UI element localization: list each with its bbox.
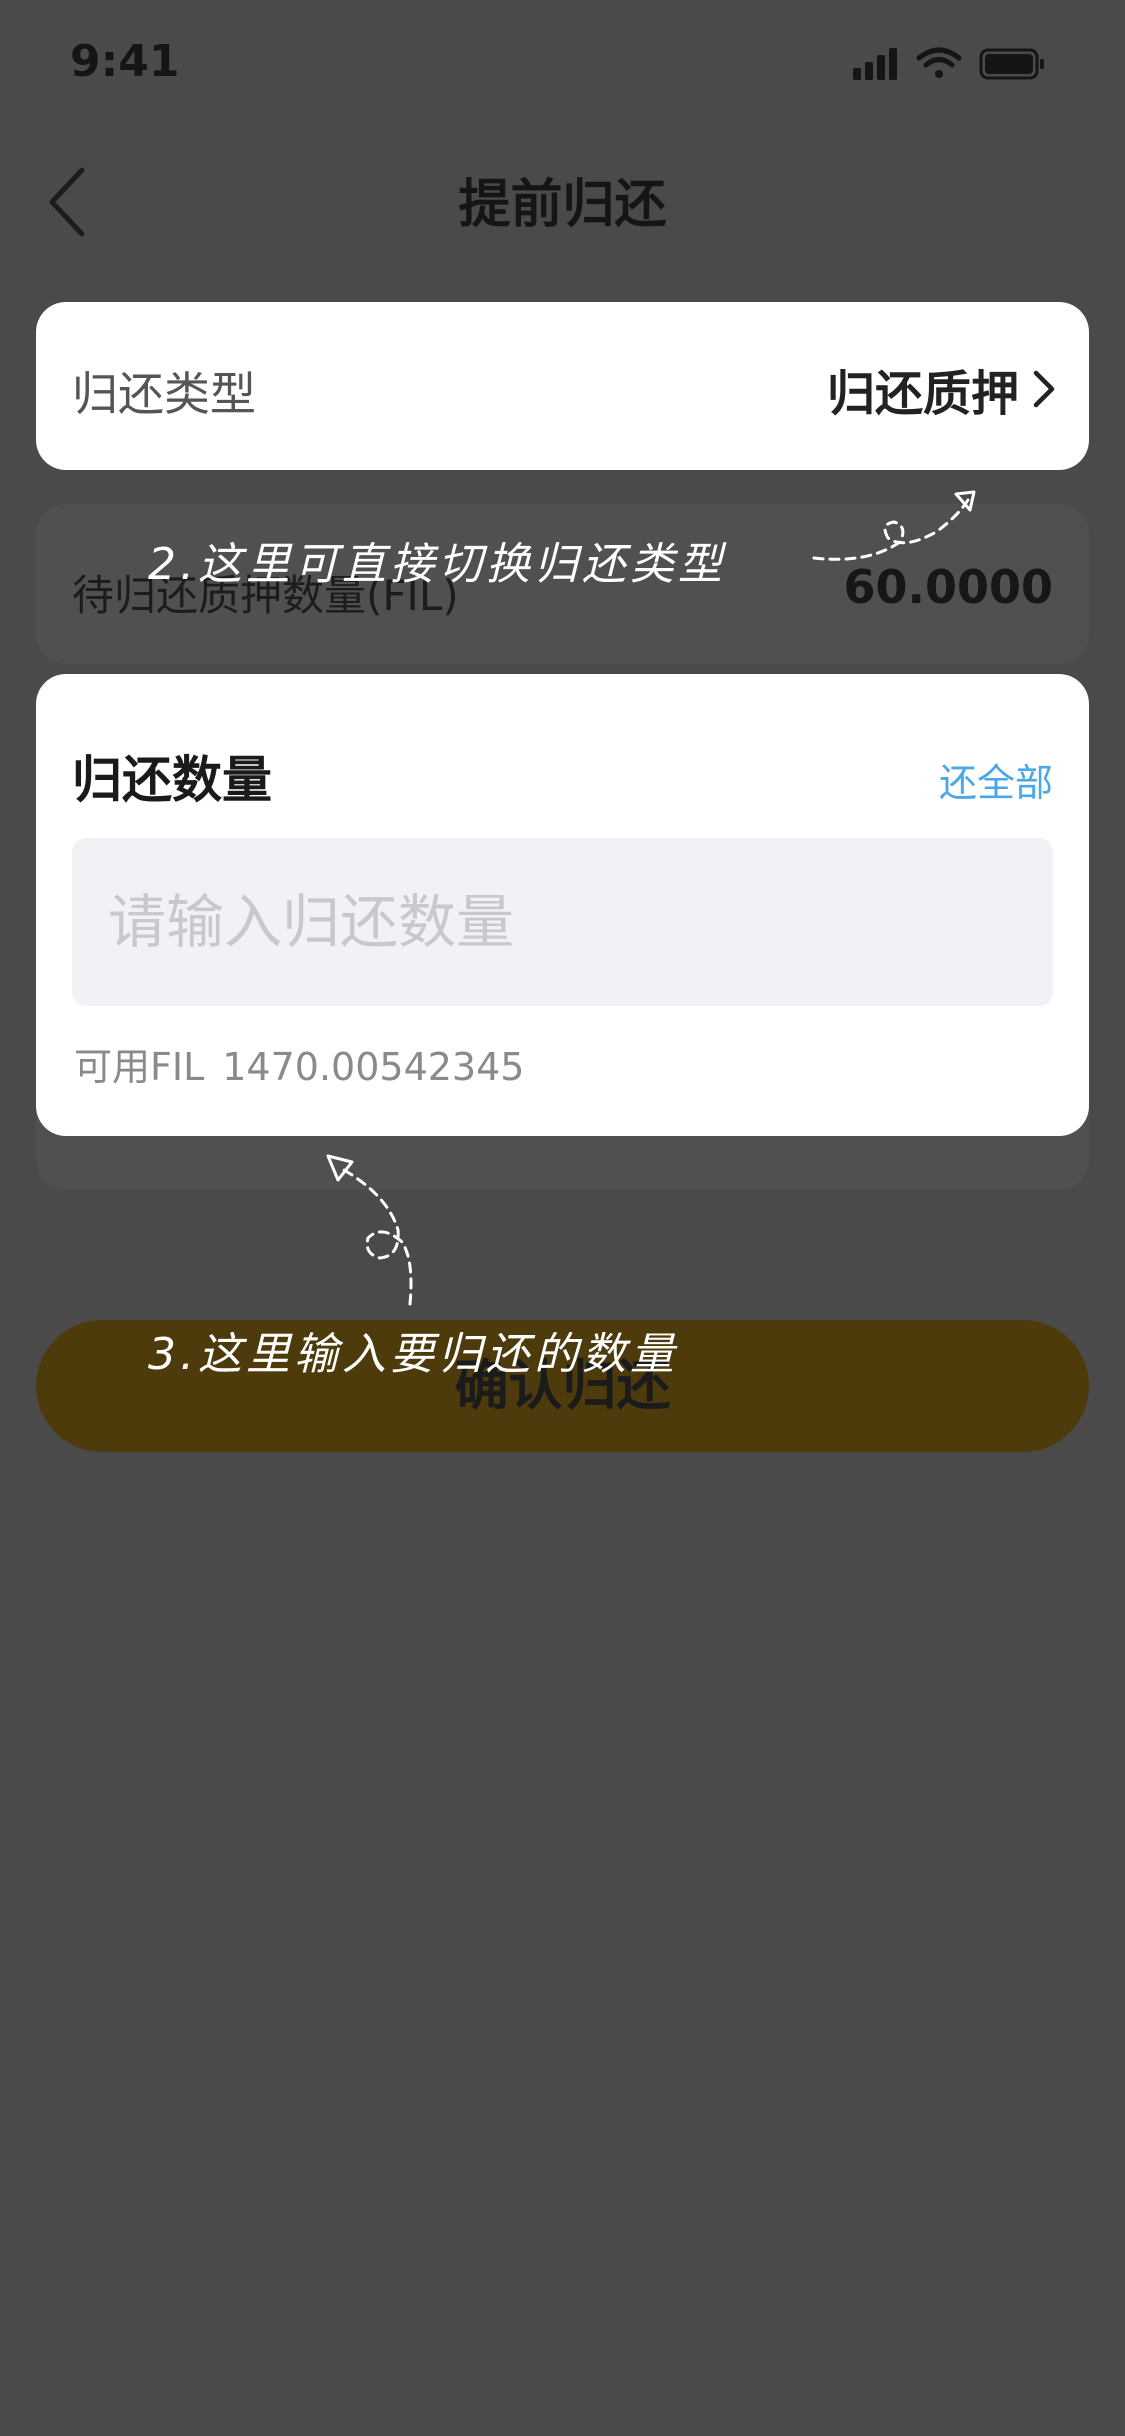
available-balance: 可用FIL 1470.00542345: [74, 1036, 524, 1091]
dashed-arrow-up-icon: [326, 1154, 413, 1306]
pending-amount-value: 60.0000: [843, 560, 1053, 614]
return-amount-card: 归还数量 还全部 可用FIL 1470.00542345: [36, 674, 1089, 1136]
status-bar: 9:41: [0, 0, 1125, 132]
dashed-arrow-icon: [812, 490, 976, 561]
available-value: 1470.00542345: [222, 1045, 525, 1089]
page-title: 提前归还: [458, 175, 667, 235]
return-type-row[interactable]: 归还类型 归还质押: [36, 302, 1089, 470]
return-amount-title: 归还数量: [72, 751, 272, 809]
wifi-icon: [916, 47, 962, 78]
return-type-value[interactable]: 归还质押: [827, 354, 1019, 424]
status-icons: [853, 44, 1053, 84]
annotation-enter-amount: 3.这里输入要归还的数量: [148, 1329, 678, 1380]
nav-bar: 提前归还: [0, 132, 1125, 262]
return-all-link[interactable]: 还全部: [939, 752, 1053, 807]
annotation-switch-type: 2.这里可直接切换归还类型: [148, 539, 726, 590]
status-time: 9:41: [70, 36, 180, 87]
battery-icon: [979, 48, 1044, 80]
return-type-label: 归还类型: [72, 367, 256, 421]
available-label: 可用FIL: [74, 1045, 205, 1089]
chevron-right-icon[interactable]: [1031, 368, 1057, 410]
cellular-signal-icon: [853, 48, 897, 80]
return-amount-input[interactable]: [72, 838, 1053, 1006]
